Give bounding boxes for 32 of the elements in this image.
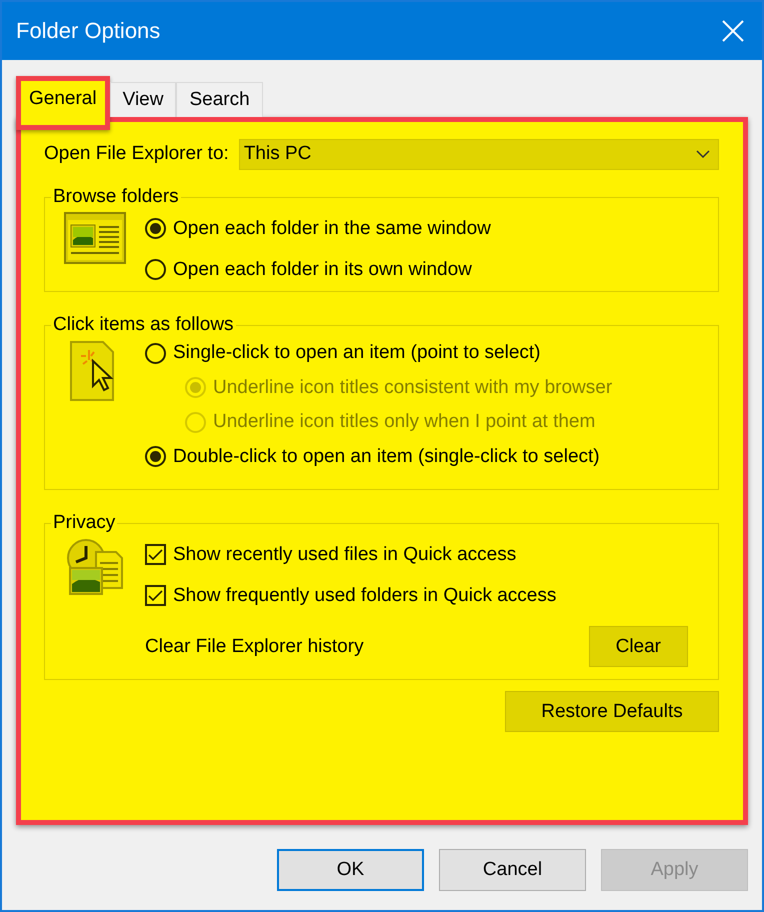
checkbox-option[interactable]: Show frequently used folders in Quick access xyxy=(145,575,718,616)
group-title: Click items as follows xyxy=(52,314,235,336)
radio-option[interactable]: Single-click to open an item (point to select) xyxy=(145,336,612,370)
radio-circle[interactable] xyxy=(145,218,166,239)
close-icon xyxy=(722,20,744,42)
dialog-button[interactable]: Cancel xyxy=(439,849,586,891)
radio-option[interactable]: Open each folder in the same window xyxy=(145,208,491,249)
field-label: Open File Explorer to: xyxy=(44,143,229,165)
clear-history-label: Clear File Explorer history xyxy=(145,636,364,658)
tab[interactable]: View xyxy=(110,82,176,117)
restore-defaults-button[interactable]: Restore Defaults xyxy=(505,691,719,732)
clock-documents-icon xyxy=(64,538,126,596)
radio-circle[interactable] xyxy=(145,342,166,364)
dialog-button[interactable]: OK xyxy=(277,849,424,891)
window-title: Folder Options xyxy=(16,18,160,44)
radio-option[interactable]: Double-click to open an item (single-click to select) xyxy=(145,440,612,474)
window-picture-icon xyxy=(64,212,126,264)
check-icon xyxy=(148,548,163,560)
checkbox[interactable] xyxy=(145,544,166,565)
radio-circle[interactable] xyxy=(145,259,166,280)
radio-circle[interactable] xyxy=(145,446,166,468)
checkbox-option[interactable]: Show recently used files in Quick access xyxy=(145,534,718,575)
clear-button[interactable]: Clear xyxy=(588,626,688,667)
check-icon xyxy=(148,590,163,602)
group-title: Privacy xyxy=(52,512,116,534)
tab[interactable]: General xyxy=(16,76,110,130)
chevron-down-icon xyxy=(696,150,710,158)
radio-option[interactable]: Open each folder in its own window xyxy=(145,249,491,290)
checkbox[interactable] xyxy=(145,585,166,606)
tab[interactable]: Search xyxy=(176,82,263,117)
group-title: Browse folders xyxy=(52,186,180,208)
folder-dropdown[interactable]: This PC xyxy=(238,138,719,170)
